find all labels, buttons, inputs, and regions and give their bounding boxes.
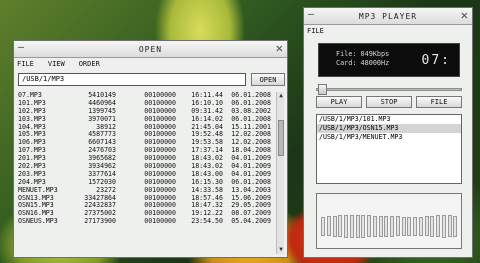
eq-band-slider[interactable] (338, 215, 343, 237)
playlist-item[interactable]: /USB/1/MP3/OSN15.MP3 (317, 124, 461, 133)
scroll-down-icon[interactable]: ▼ (277, 246, 285, 254)
eq-band-slider[interactable] (384, 215, 389, 237)
eq-band-slider[interactable] (361, 214, 366, 238)
eq-band-slider[interactable] (424, 216, 429, 236)
file-name: OSNEUS.MP3 (18, 217, 58, 226)
player-menubar: FILE (304, 25, 472, 36)
eq-band-slider[interactable] (326, 216, 331, 236)
scroll-up-icon[interactable]: ▲ (277, 92, 285, 100)
seek-knob[interactable] (318, 84, 327, 95)
menu-view[interactable]: VIEW (48, 60, 65, 68)
eq-band-slider[interactable] (407, 216, 412, 236)
eq-band-slider[interactable] (344, 214, 348, 238)
eq-band-slider[interactable] (395, 216, 400, 236)
track-info: File: 049Kbps Card: 48000Hz (336, 50, 389, 68)
eq-band-slider[interactable] (447, 215, 452, 237)
eq-band-slider[interactable] (390, 215, 394, 237)
file-row[interactable]: OSNEUS.MP3 27173900 00100000 23:54.50 05.04.… (18, 217, 281, 226)
mp3-player-window: — MP3 PLAYER ✕ FILE File: 049Kbps Card: … (303, 7, 473, 258)
playlist-item[interactable]: /USB/1/MP3/101.MP3 (317, 115, 461, 124)
seek-track[interactable] (316, 88, 462, 91)
equalizer-panel (316, 193, 462, 249)
stop-button[interactable]: STOP (366, 96, 412, 108)
eq-band-slider[interactable] (401, 216, 406, 236)
time-display: 07: (421, 53, 451, 68)
close-icon[interactable]: ✕ (276, 41, 284, 56)
eq-band-slider[interactable] (436, 215, 440, 237)
file-list-scrollbar[interactable]: ▲ ▼ (276, 92, 284, 254)
seek-slider[interactable] (316, 84, 462, 96)
eq-band-slider[interactable] (349, 214, 354, 238)
open-titlebar[interactable]: — OPEN ✕ (14, 41, 287, 58)
open-title: OPEN (138, 45, 163, 54)
scrollbar-thumb[interactable] (278, 120, 284, 156)
file-button[interactable]: FILE (416, 96, 462, 108)
eq-band-slider[interactable] (413, 216, 417, 236)
menu-file[interactable]: FILE (17, 60, 34, 68)
file-size: 27173900 (84, 217, 116, 226)
play-button[interactable]: PLAY (316, 96, 362, 108)
open-menubar: FILE VIEW ORDER (14, 58, 287, 69)
eq-band-slider[interactable] (453, 215, 458, 237)
path-row: /USB/1/MP3 OPEN (18, 73, 285, 87)
eq-band-slider[interactable] (378, 215, 383, 237)
player-titlebar[interactable]: — MP3 PLAYER ✕ (304, 8, 472, 25)
file-bitrate: File: 049Kbps (336, 50, 390, 58)
open-dialog: — OPEN ✕ FILE VIEW ORDER /USB/1/MP3 OPEN… (13, 40, 288, 258)
open-button[interactable]: OPEN (251, 73, 285, 86)
eq-band-slider[interactable] (321, 216, 325, 236)
card-samplerate: Card: 48000Hz (336, 59, 390, 67)
player-title: MP3 PLAYER (358, 12, 418, 21)
lcd-display: File: 049Kbps Card: 48000Hz 07: (318, 43, 460, 77)
eq-band-slider[interactable] (355, 214, 360, 238)
path-input[interactable]: /USB/1/MP3 (18, 73, 246, 86)
playlist[interactable]: /USB/1/MP3/101.MP3/USB/1/MP3/OSN15.MP3/U… (316, 114, 462, 184)
eq-band-slider[interactable] (372, 215, 377, 237)
file-time: 23:54.50 (191, 217, 223, 226)
menu-file[interactable]: FILE (307, 27, 324, 35)
eq-band-slider[interactable] (441, 214, 446, 238)
eq-band-slider[interactable] (367, 215, 371, 237)
menu-order[interactable]: ORDER (79, 60, 100, 68)
close-icon[interactable]: ✕ (461, 8, 469, 23)
eq-band-slider[interactable] (418, 216, 423, 236)
playlist-item[interactable]: /USB/1/MP3/MENUET.MP3 (317, 133, 461, 142)
eq-band-slider[interactable] (332, 215, 337, 237)
eq-band-slider[interactable] (430, 215, 435, 237)
file-list[interactable]: 07.MP3 5410149 00100000 16:11.44 06.01.2008 1… (18, 91, 281, 254)
file-date: 05.04.2009 (231, 217, 271, 226)
file-attributes: 00100000 (144, 217, 176, 226)
